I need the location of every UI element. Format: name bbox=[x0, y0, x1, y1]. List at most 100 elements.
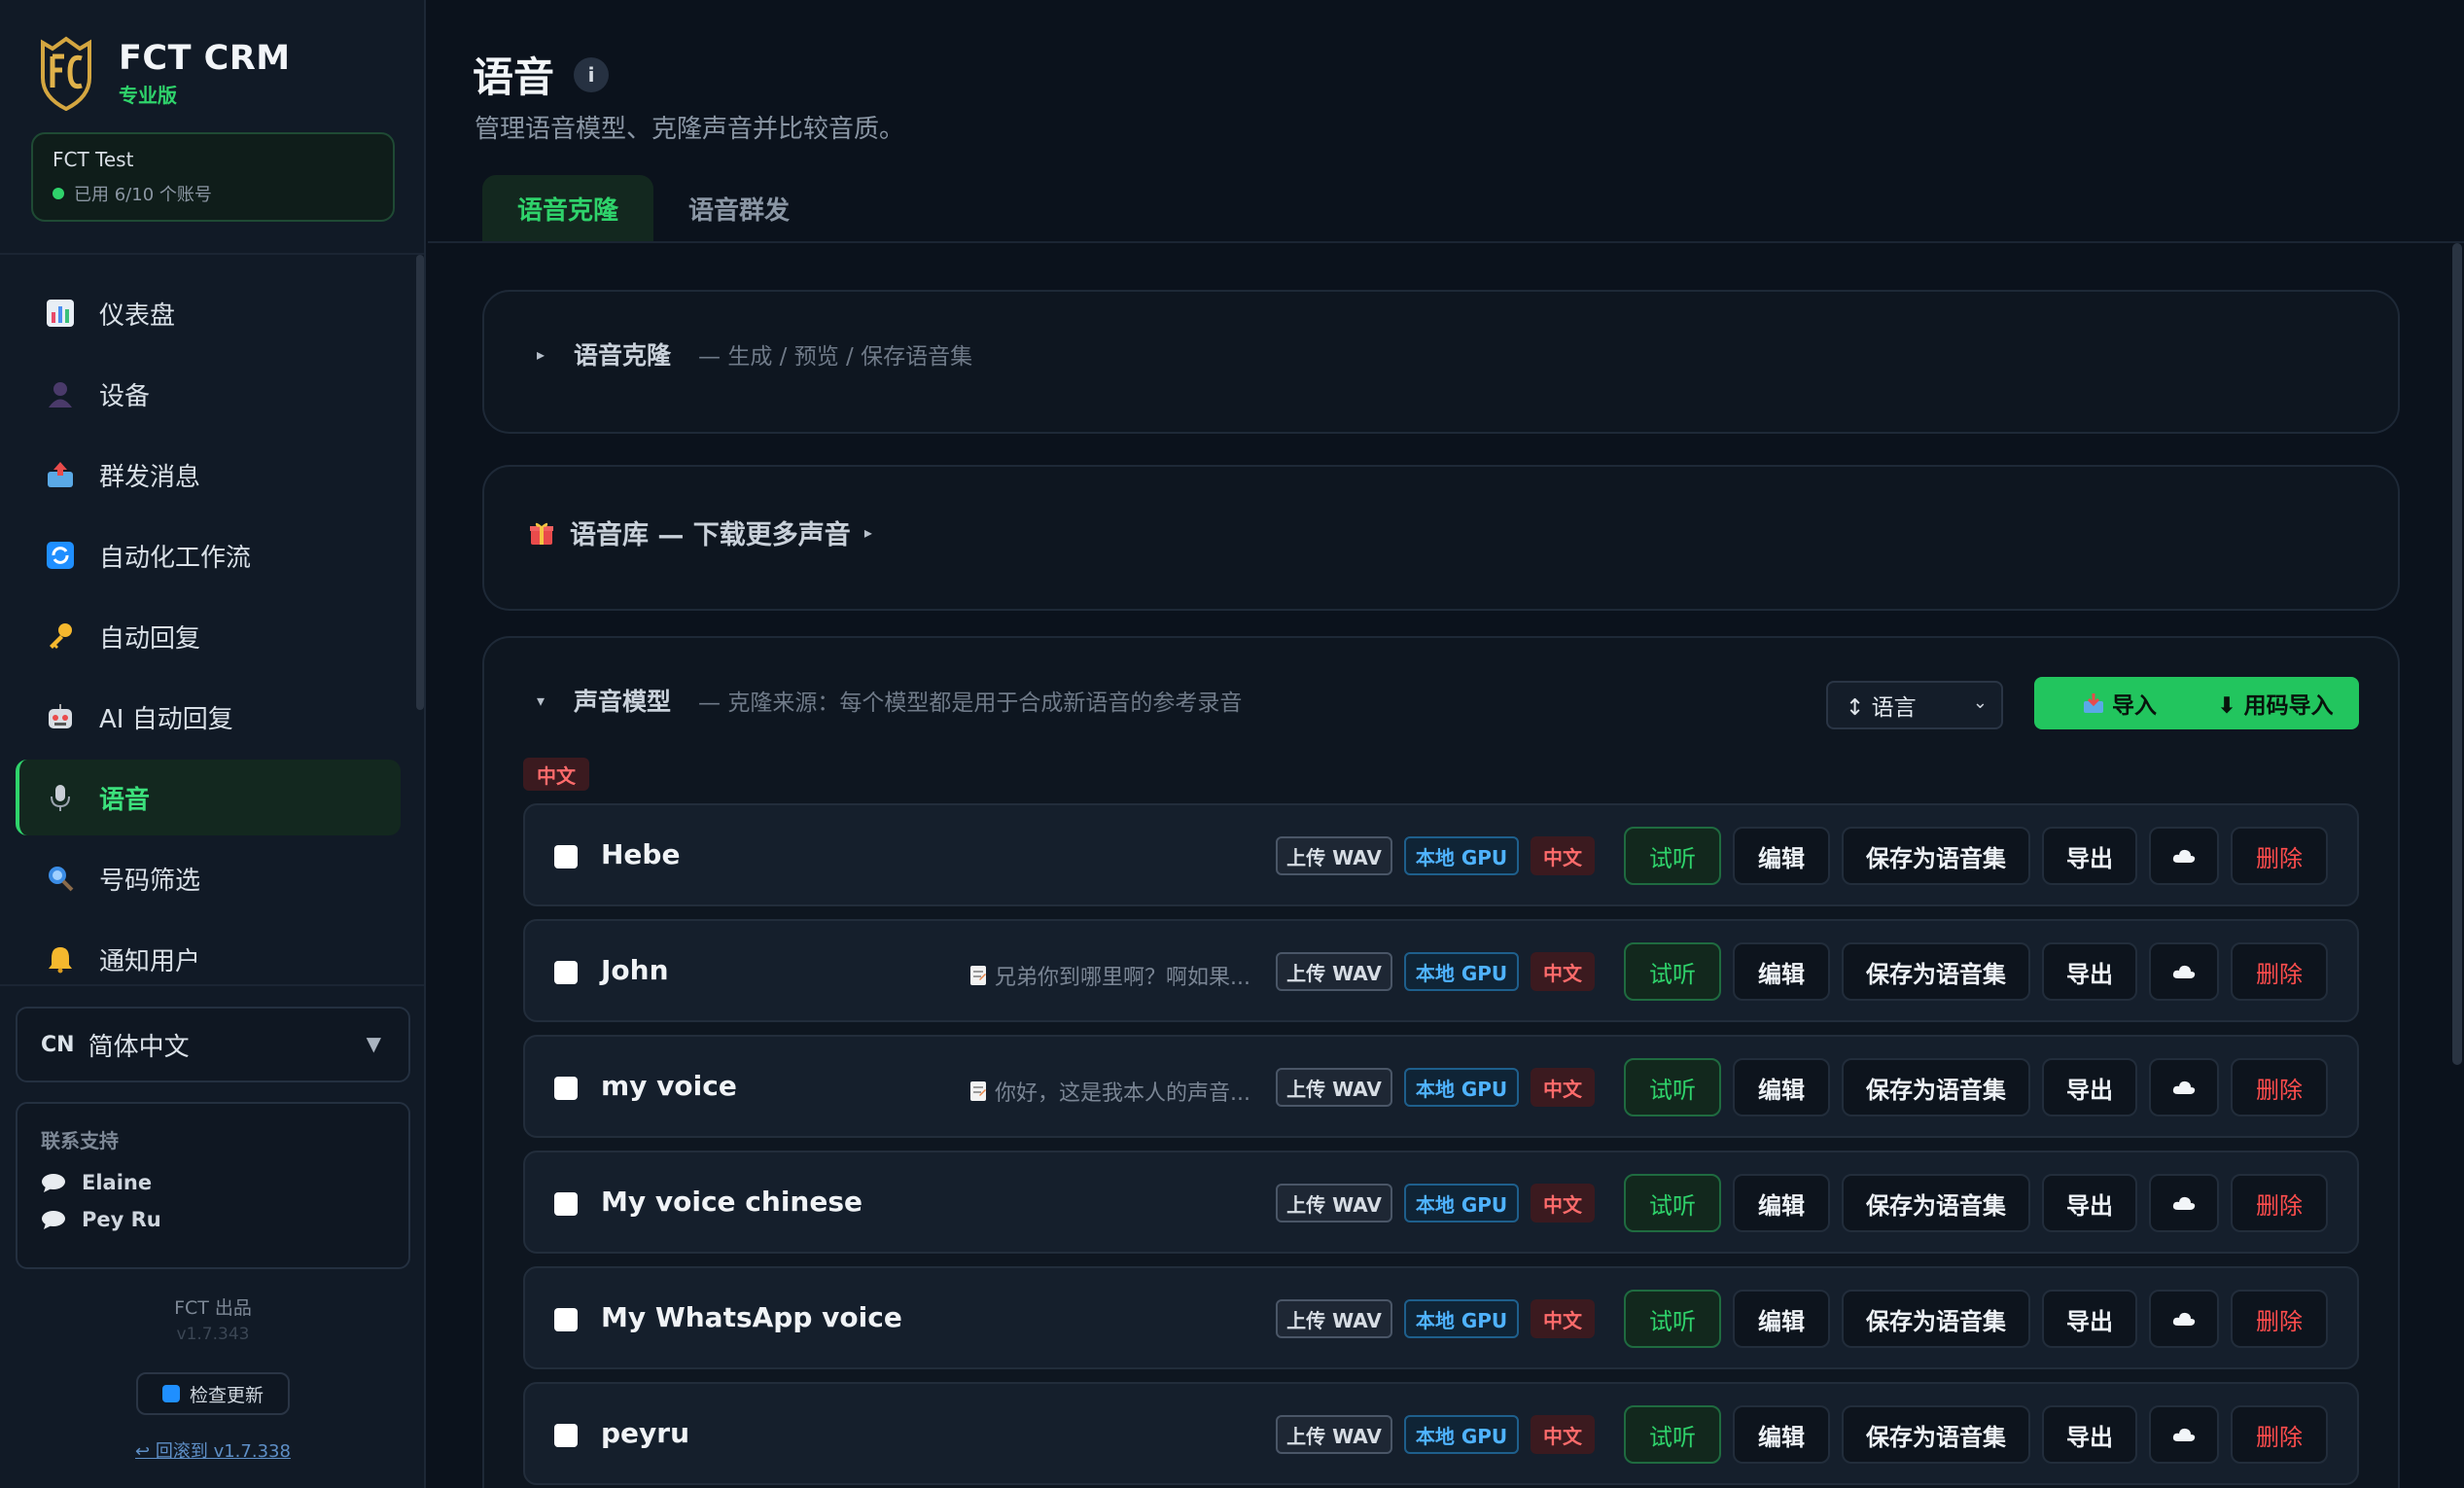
export-button[interactable]: 导出 bbox=[2042, 942, 2137, 1001]
nav-item-broadcast[interactable]: 群发消息 bbox=[16, 437, 401, 513]
voice-model-preview: 你好，这是我本人的声音... bbox=[969, 1076, 1250, 1107]
delete-button[interactable]: 删除 bbox=[2231, 942, 2328, 1001]
nav-item-auto-reply[interactable]: 自动回复 bbox=[16, 598, 401, 674]
voice-model-row: John 兄弟你到哪里啊？啊如果... 上传 WAV 本地 GPU 中文 试听 … bbox=[523, 919, 2359, 1022]
listen-button[interactable]: 试听 bbox=[1624, 1174, 1721, 1232]
listen-button[interactable]: 试听 bbox=[1624, 827, 1721, 885]
voice-model-name: peyru bbox=[601, 1417, 690, 1449]
export-button[interactable]: 导出 bbox=[2042, 1058, 2137, 1116]
outbox-tray-icon bbox=[43, 457, 78, 492]
nav-item-dashboard[interactable]: 仪表盘 bbox=[16, 275, 401, 351]
nav-item-workflow[interactable]: 自动化工作流 bbox=[16, 517, 401, 593]
panel-header[interactable]: ▸ 语音克隆 — 生成 / 预览 / 保存语音集 bbox=[537, 337, 972, 372]
rollback-link[interactable]: ↩ 回滚到 v1.7.338 bbox=[0, 1437, 426, 1463]
save-as-set-button[interactable]: 保存为语音集 bbox=[1842, 1290, 2030, 1348]
cloud-button[interactable] bbox=[2149, 1058, 2219, 1116]
info-icon[interactable]: i bbox=[574, 56, 610, 92]
memo-icon bbox=[970, 966, 987, 985]
listen-button[interactable]: 试听 bbox=[1624, 942, 1721, 1001]
cloud-button[interactable] bbox=[2149, 1405, 2219, 1464]
panel-header[interactable]: ▾ 声音模型 — 克隆来源：每个模型都是用于合成新语音的参考录音 bbox=[537, 683, 1242, 718]
bell-icon bbox=[43, 941, 78, 976]
upload-wav-tag: 上传 WAV bbox=[1276, 836, 1392, 875]
import-label: 导入 bbox=[2112, 693, 2157, 719]
cloud-button[interactable] bbox=[2149, 942, 2219, 1001]
row-checkbox[interactable] bbox=[554, 1192, 578, 1216]
nav-item-ai-reply[interactable]: AI 自动回复 bbox=[16, 679, 401, 755]
user-silhouette-icon bbox=[43, 376, 78, 411]
support-contact-pey-ru[interactable]: Pey Ru bbox=[41, 1208, 385, 1231]
robot-icon bbox=[43, 699, 78, 734]
cloud-button[interactable] bbox=[2149, 1174, 2219, 1232]
listen-button[interactable]: 试听 bbox=[1624, 1290, 1721, 1348]
row-checkbox[interactable] bbox=[554, 1077, 578, 1100]
check-update-button[interactable]: 检查更新 bbox=[136, 1372, 290, 1415]
row-checkbox[interactable] bbox=[554, 1308, 578, 1331]
brand-edition: 专业版 bbox=[119, 83, 177, 107]
voice-model-preview: 兄弟你到哪里啊？啊如果... bbox=[969, 960, 1250, 991]
delete-button[interactable]: 删除 bbox=[2231, 1405, 2328, 1464]
main-scrollbar[interactable] bbox=[2452, 243, 2462, 1065]
voice-library-panel[interactable]: 语音库 — 下载更多声音 ▸ bbox=[482, 465, 2400, 611]
delete-button[interactable]: 删除 bbox=[2231, 827, 2328, 885]
save-as-set-button[interactable]: 保存为语音集 bbox=[1842, 1405, 2030, 1464]
support-card: 联系支持 Elaine Pey Ru bbox=[16, 1102, 410, 1269]
delete-button[interactable]: 删除 bbox=[2231, 1290, 2328, 1348]
delete-button[interactable]: 删除 bbox=[2231, 1174, 2328, 1232]
tab-voice-clone[interactable]: 语音克隆 bbox=[482, 175, 654, 241]
row-checkbox[interactable] bbox=[554, 845, 578, 868]
edit-button[interactable]: 编辑 bbox=[1733, 827, 1830, 885]
sidebar: FCT CRM 专业版 FCT Test 已用 6/10 个账号 仪表盘 设备 bbox=[0, 0, 426, 1488]
account-card[interactable]: FCT Test 已用 6/10 个账号 bbox=[31, 132, 395, 222]
export-button[interactable]: 导出 bbox=[2042, 827, 2137, 885]
language-code: CN bbox=[41, 1032, 75, 1057]
export-button[interactable]: 导出 bbox=[2042, 1405, 2137, 1464]
upload-wav-tag: 上传 WAV bbox=[1276, 1184, 1392, 1222]
edit-button[interactable]: 编辑 bbox=[1733, 1405, 1830, 1464]
listen-button[interactable]: 试听 bbox=[1624, 1058, 1721, 1116]
panel-header[interactable]: 语音库 — 下载更多声音 ▸ bbox=[529, 514, 872, 551]
cloud-icon bbox=[2172, 1312, 2196, 1326]
nav-item-devices[interactable]: 设备 bbox=[16, 356, 401, 432]
voice-model-name: My voice chinese bbox=[601, 1186, 862, 1218]
edit-button[interactable]: 编辑 bbox=[1733, 1058, 1830, 1116]
nav-label: 语音 bbox=[99, 785, 151, 815]
sort-language-select[interactable]: ↕ 语言 ⌄ bbox=[1826, 681, 2003, 729]
cloud-button[interactable] bbox=[2149, 827, 2219, 885]
nav-label: 通知用户 bbox=[99, 946, 201, 976]
save-as-set-button[interactable]: 保存为语音集 bbox=[1842, 942, 2030, 1001]
cloud-icon bbox=[2172, 1081, 2196, 1094]
export-button[interactable]: 导出 bbox=[2042, 1290, 2137, 1348]
voice-model-row: peyru 上传 WAV 本地 GPU 中文 试听 编辑 保存为语音集 导出 删… bbox=[523, 1382, 2359, 1485]
sidebar-scrollbar[interactable] bbox=[416, 255, 424, 710]
row-checkbox[interactable] bbox=[554, 1424, 578, 1447]
edit-button[interactable]: 编辑 bbox=[1733, 1174, 1830, 1232]
listen-button[interactable]: 试听 bbox=[1624, 1405, 1721, 1464]
voice-clone-panel[interactable]: ▸ 语音克隆 — 生成 / 预览 / 保存语音集 bbox=[482, 290, 2400, 434]
save-as-set-button[interactable]: 保存为语音集 bbox=[1842, 1174, 2030, 1232]
cloud-button[interactable] bbox=[2149, 1290, 2219, 1348]
delete-button[interactable]: 删除 bbox=[2231, 1058, 2328, 1116]
page-title-text: 语音 bbox=[473, 53, 555, 101]
tab-voice-broadcast[interactable]: 语音群发 bbox=[653, 175, 825, 241]
save-as-set-button[interactable]: 保存为语音集 bbox=[1842, 1058, 2030, 1116]
import-button[interactable]: 导入 bbox=[2034, 677, 2205, 729]
sidebar-divider bbox=[0, 253, 424, 255]
support-contact-elaine[interactable]: Elaine bbox=[41, 1171, 385, 1194]
row-checkbox[interactable] bbox=[554, 961, 578, 984]
brand[interactable]: FCT CRM 专业版 bbox=[39, 35, 291, 111]
magnifier-icon bbox=[43, 861, 78, 896]
caret-down-icon: ▼ bbox=[366, 1032, 381, 1055]
nav-item-voice[interactable]: 语音 bbox=[16, 760, 401, 835]
language-select[interactable]: CN 简体中文 ▼ bbox=[16, 1007, 410, 1082]
code-import-button[interactable]: ⬇ 用码导入 bbox=[2192, 677, 2359, 729]
edit-button[interactable]: 编辑 bbox=[1733, 1290, 1830, 1348]
local-gpu-tag: 本地 GPU bbox=[1404, 1184, 1519, 1222]
language-label: 简体中文 bbox=[88, 1032, 190, 1062]
online-dot-icon bbox=[53, 188, 64, 199]
save-as-set-button[interactable]: 保存为语音集 bbox=[1842, 827, 2030, 885]
account-usage: 已用 6/10 个账号 bbox=[53, 181, 373, 206]
export-button[interactable]: 导出 bbox=[2042, 1174, 2137, 1232]
nav-item-number-filter[interactable]: 号码筛选 bbox=[16, 840, 401, 916]
edit-button[interactable]: 编辑 bbox=[1733, 942, 1830, 1001]
